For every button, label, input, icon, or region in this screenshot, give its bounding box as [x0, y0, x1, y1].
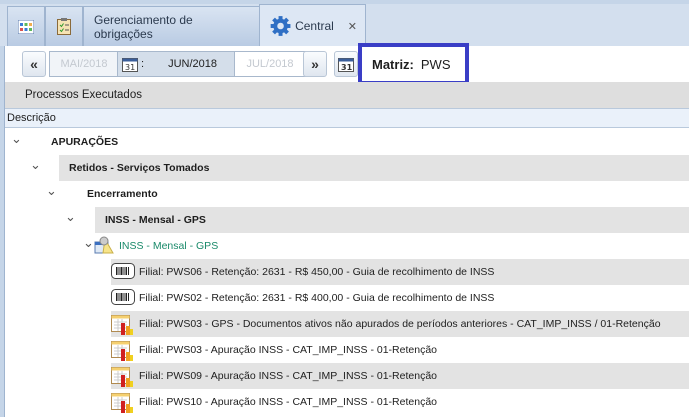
- tree-node-label: Retidos - Serviços Tomados: [69, 162, 210, 174]
- tree-node-label: INSS - Mensal - GPS: [105, 214, 206, 226]
- period-prev[interactable]: MAI/2018: [49, 51, 119, 77]
- barcode-icon: [111, 262, 135, 282]
- close-icon[interactable]: ✕: [348, 20, 357, 33]
- tree-node[interactable]: APURAÇÕES: [41, 129, 689, 155]
- tab-central[interactable]: Central ✕: [259, 4, 366, 47]
- section-title: Processos Executados: [25, 89, 142, 101]
- report-chart-icon: [111, 392, 135, 413]
- tree-node[interactable]: Filial: PWS06 - Retenção: 2631 - R$ 450,…: [111, 259, 689, 285]
- tab-checklist[interactable]: [45, 6, 83, 46]
- barcode-icon: [111, 288, 135, 308]
- matriz-box: Matriz: PWS: [358, 43, 469, 85]
- gear-icon: [270, 16, 291, 36]
- tree-node-label: Filial: PWS02 - Retenção: 2631 - R$ 400,…: [139, 292, 495, 304]
- central-panel: « MAI/2018 31 : JUN/2018 JUL/2018 » 31 M…: [4, 43, 689, 417]
- report-chart-icon: [111, 314, 135, 335]
- tree-node-label: Filial: PWS03 - Apuração INSS - CAT_IMP_…: [139, 344, 437, 356]
- tab-label: Central: [295, 19, 334, 33]
- tree-node[interactable]: Filial: PWS02 - Retenção: 2631 - R$ 400,…: [111, 285, 689, 311]
- tree-node-label: INSS - Mensal - GPS: [119, 240, 219, 252]
- svg-text:31: 31: [341, 63, 353, 72]
- previous-period-button[interactable]: «: [22, 51, 46, 77]
- tree-node-label: Encerramento: [87, 188, 158, 200]
- tree-node[interactable]: INSS - Mensal - GPS: [93, 233, 689, 259]
- tab-label: Gerenciamento de obrigações: [94, 12, 193, 41]
- expand-chevron-icon[interactable]: ⌄: [30, 157, 41, 173]
- matriz-value: PWS: [420, 56, 451, 72]
- process-icon: [93, 236, 115, 256]
- matriz-label: Matriz:: [372, 56, 414, 72]
- double-chevron-right-icon: »: [311, 56, 319, 72]
- expand-chevron-icon[interactable]: ⌄: [11, 131, 22, 147]
- period-current[interactable]: 31 : JUN/2018: [117, 51, 235, 77]
- tree-node-label: Filial: PWS09 - Apuração INSS - CAT_IMP_…: [139, 370, 437, 382]
- grid-icon: [18, 19, 34, 34]
- tree-node-label: Filial: PWS06 - Retenção: 2631 - R$ 450,…: [139, 266, 495, 278]
- section-header: Processos Executados: [5, 82, 689, 108]
- tree-node-label: APURAÇÕES: [51, 136, 119, 148]
- tree-node-label: Filial: PWS10 - Apuração INSS - CAT_IMP_…: [139, 396, 437, 408]
- period-next[interactable]: JUL/2018: [234, 51, 306, 77]
- report-chart-icon: [111, 366, 135, 387]
- tree-node-label: Filial: PWS03 - GPS - Documentos ativos …: [139, 318, 661, 330]
- next-period-button[interactable]: »: [303, 51, 327, 77]
- tree-node[interactable]: Retidos - Serviços Tomados: [59, 155, 689, 181]
- checklist-icon: [57, 18, 71, 35]
- report-chart-icon: [111, 340, 135, 361]
- tree-node[interactable]: Filial: PWS03 - GPS - Documentos ativos …: [111, 311, 689, 337]
- expand-chevron-icon[interactable]: ⌄: [46, 183, 57, 199]
- calendar-icon: 31: [122, 58, 138, 72]
- tree-node[interactable]: Filial: PWS03 - Apuração INSS - CAT_IMP_…: [111, 337, 689, 363]
- tree-node[interactable]: INSS - Mensal - GPS: [95, 207, 689, 233]
- tab-grid[interactable]: [7, 6, 45, 46]
- column-header-descricao[interactable]: Descrição: [5, 108, 689, 128]
- tree-node[interactable]: Filial: PWS10 - Apuração INSS - CAT_IMP_…: [111, 389, 689, 415]
- svg-text:31: 31: [125, 63, 135, 72]
- calendar-icon: 31: [338, 58, 354, 72]
- double-chevron-left-icon: «: [30, 56, 38, 72]
- tree-node[interactable]: Filial: PWS09 - Apuração INSS - CAT_IMP_…: [111, 363, 689, 389]
- calendar-button[interactable]: 31: [334, 51, 358, 77]
- tab-gerenciamento-obrigacoes[interactable]: Gerenciamento de obrigações: [83, 6, 260, 46]
- tree-node[interactable]: Encerramento: [77, 181, 689, 207]
- expand-chevron-icon[interactable]: ⌄: [65, 209, 76, 225]
